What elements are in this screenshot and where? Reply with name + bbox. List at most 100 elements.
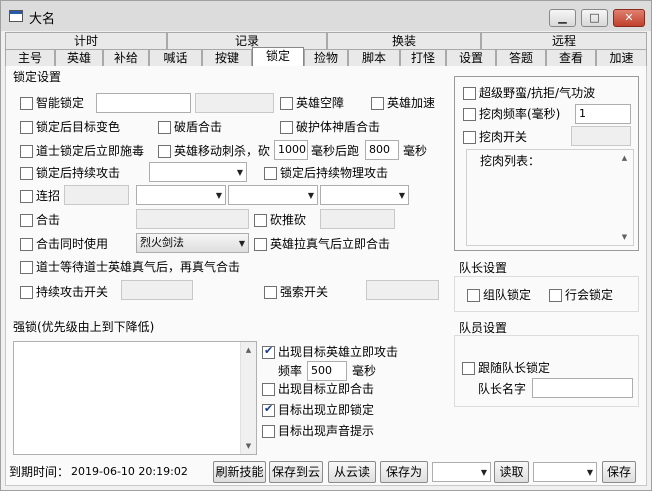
load-cloud-button[interactable]: 从云读 [328,461,376,483]
keep-attack-checkbox[interactable] [20,167,33,180]
strong-lock-list[interactable]: ▲ ▼ [13,341,257,455]
hack-push-checkbox[interactable] [254,214,267,227]
scroll-up-icon[interactable]: ▲ [241,342,256,358]
dig-list[interactable]: 挖肉列表： ▲ ▼ [466,149,634,246]
window-title: 大名 [29,12,56,27]
after-run-label: 毫秒后跑 [311,144,360,158]
smart-lock-input[interactable] [96,93,191,113]
super-savage-checkbox[interactable] [463,87,476,100]
hero-pull-combine-checkbox[interactable] [254,238,267,251]
scroll-down-icon[interactable]: ▼ [241,438,256,454]
taoist-poison-label: 道士锁定后立即施毒 [36,144,145,158]
kill-ms-input[interactable]: 1000 [274,140,308,160]
save-button[interactable]: 保存 [602,461,636,483]
dig-freq-checkbox[interactable] [463,108,476,121]
chevron-down-icon: ▼ [238,239,245,248]
scroll-up-icon[interactable]: ▲ [617,150,632,166]
sustain-attack-checkbox[interactable] [20,286,33,299]
hero-empty-cleave-checkbox[interactable] [280,97,293,110]
tab-main[interactable]: 主号 [5,49,55,66]
freq-input[interactable]: 500 [307,361,347,381]
tab-settings[interactable]: 设置 [446,49,496,66]
run-ms-input[interactable]: 800 [365,140,399,160]
shield-hit-checkbox[interactable] [158,121,171,134]
hero-speedup-label: 英雄加速 [387,96,436,110]
hero-pull-combine-label: 英雄拉真气后立即合击 [270,237,391,251]
hero-appear-attack-checkbox[interactable] [262,344,275,359]
guild-lock-checkbox[interactable] [549,289,562,302]
save-as-button[interactable]: 保存为 [380,461,428,483]
group-lock-checkbox[interactable] [467,289,480,302]
keep-physical-checkbox[interactable] [264,167,277,180]
read-select[interactable]: ▼ [533,462,597,482]
target-appear-sound-label: 目标出现声音提示 [278,424,375,438]
hero-move-kill-checkbox[interactable] [158,145,171,158]
combined-attack-label: 合击 [36,213,61,227]
tab-keys[interactable]: 按键 [202,49,252,66]
tab-hero[interactable]: 英雄 [55,49,103,66]
taoist-wait-qi-checkbox[interactable] [20,261,33,274]
target-appear-combine-checkbox[interactable] [262,383,275,396]
tab-pickup[interactable]: 捡物 [304,49,348,66]
dig-freq-input[interactable]: 1 [575,104,631,124]
combined-with-label: 合击同时使用 [36,237,109,251]
captain-name-input[interactable] [532,378,633,398]
keep-attack-select[interactable]: ▼ [149,162,247,182]
skill-select[interactable]: 烈火剑法 ▼ [136,233,249,253]
dig-list-label: 挖肉列表： [480,154,541,168]
strong-lock-scrollbar[interactable]: ▲ ▼ [240,342,256,454]
tab-shout[interactable]: 喊话 [149,49,202,66]
captain-name-label: 队长名字 [478,382,527,396]
combined-with-checkbox[interactable] [20,238,33,251]
combo-select-3[interactable]: ▼ [320,185,409,205]
main-window: 大名 ▁ □ ✕ 计时 记录 换装 远程 主号 英雄 补给 喊话 按键 锁定 捡… [0,0,652,491]
combo-select-1[interactable]: ▼ [136,185,226,205]
follow-lock-label: 跟随队长锁定 [478,361,551,375]
chevron-down-icon: ▼ [236,168,243,177]
tab-group-remote[interactable]: 远程 [481,32,647,49]
dig-list-scrollbar[interactable]: ▲ ▼ [617,150,633,245]
chevron-down-icon: ▼ [307,191,314,200]
save-as-select[interactable]: ▼ [432,462,491,482]
chevron-down-icon: ▼ [480,468,487,477]
minimize-icon[interactable]: ▁ [549,9,576,27]
combo-select-2[interactable]: ▼ [228,185,318,205]
close-icon[interactable]: ✕ [613,9,645,27]
read-button[interactable]: 读取 [494,461,529,483]
maximize-icon[interactable]: □ [581,9,608,27]
save-cloud-button[interactable]: 保存到云 [269,461,323,483]
scroll-down-icon[interactable]: ▼ [617,229,632,245]
smart-lock-checkbox[interactable] [20,97,33,110]
tab-group-timer[interactable]: 计时 [5,32,167,49]
tab-lock[interactable]: 锁定 [252,47,304,66]
sustain-attack-display [121,280,193,300]
tab-fight[interactable]: 打怪 [400,49,446,66]
tab-quiz[interactable]: 答题 [496,49,546,66]
lock-target-color-checkbox[interactable] [20,121,33,134]
combo-checkbox[interactable] [20,190,33,203]
combined-attack-checkbox[interactable] [20,214,33,227]
target-appear-lock-checkbox[interactable] [262,402,275,417]
freq-unit-label: 毫秒 [352,364,377,378]
dig-switch-checkbox[interactable] [463,131,476,144]
dig-switch-label: 挖肉开关 [479,130,528,144]
tab-group-outfit[interactable]: 换装 [327,32,481,49]
title-bar[interactable]: 大名 ▁ □ ✕ [1,1,651,31]
ms-unit-label: 毫秒 [403,144,428,158]
tab-speedup[interactable]: 加速 [596,49,647,66]
combo-display [64,185,129,205]
force-search-checkbox[interactable] [264,286,277,299]
hero-speedup-checkbox[interactable] [371,97,384,110]
tab-script[interactable]: 脚本 [348,49,400,66]
taoist-poison-checkbox[interactable] [20,145,33,158]
lock-settings-title: 锁定设置 [13,70,62,84]
follow-lock-checkbox[interactable] [462,362,475,375]
refresh-skill-button[interactable]: 刷新技能 [213,461,266,483]
target-appear-sound-checkbox[interactable] [262,425,275,438]
tab-supply[interactable]: 补给 [103,49,149,66]
tab-view[interactable]: 查看 [546,49,596,66]
guard-shield-hit-checkbox[interactable] [280,121,293,134]
keep-attack-label: 锁定后持续攻击 [36,166,121,180]
captain-title: 队长设置 [457,261,510,275]
hero-empty-cleave-label: 英雄空障 [296,96,345,110]
